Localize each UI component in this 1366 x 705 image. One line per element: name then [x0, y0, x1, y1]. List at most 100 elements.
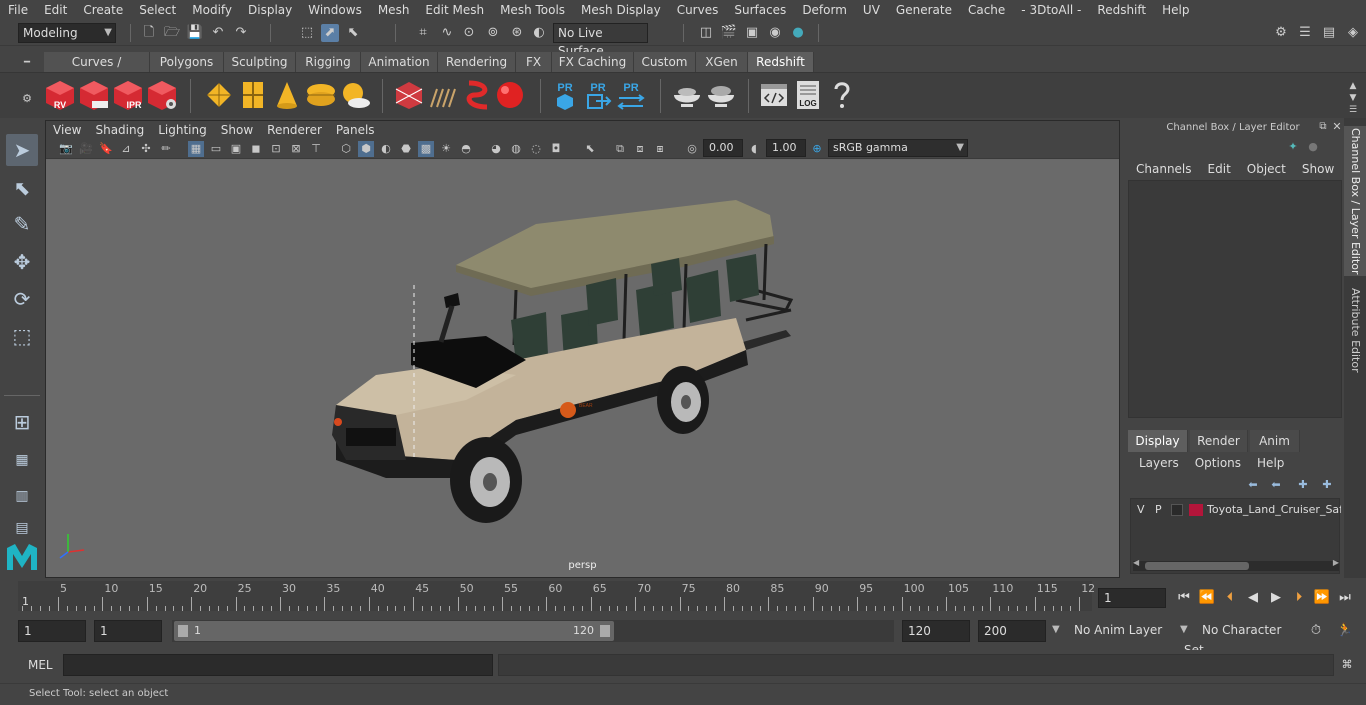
color-management-icon[interactable]: ⊕	[809, 141, 825, 157]
tab-curves-surfaces[interactable]: Curves / Surfaces	[44, 52, 150, 89]
menu-edit-mesh[interactable]: Edit Mesh	[417, 0, 492, 20]
rs-material-bowl-icon[interactable]	[671, 79, 703, 111]
command-input[interactable]	[63, 654, 493, 676]
vp-menu-shading[interactable]: Shading	[88, 121, 151, 139]
show-manipulator-icon[interactable]: ⊞	[6, 406, 38, 438]
rs-material-bowl-2-icon[interactable]	[705, 79, 737, 111]
vp-menu-renderer[interactable]: Renderer	[260, 121, 329, 139]
tab-anim[interactable]: Anim	[1250, 430, 1300, 452]
single-pane-layout-icon[interactable]: ▦	[6, 444, 38, 476]
le-menu-layers[interactable]: Layers	[1128, 456, 1187, 470]
rs-sun-sky-icon[interactable]	[339, 79, 371, 111]
tab-animation[interactable]: Animation	[361, 52, 438, 72]
anim-layer-dropdown[interactable]: ▼ No Anim Layer	[1052, 620, 1176, 642]
paint-select-tool-icon[interactable]: ✎	[6, 208, 38, 240]
menu-surfaces[interactable]: Surfaces	[726, 0, 794, 20]
step-forward-icon[interactable]: ⏩	[1313, 589, 1331, 607]
menu-3dtoall[interactable]: - 3DtoAll -	[1013, 0, 1089, 20]
new-layer-selected-icon[interactable]: ✚	[1318, 476, 1336, 494]
camera-select-icon[interactable]: 📷	[58, 141, 74, 157]
tab-rigging[interactable]: Rigging	[296, 52, 361, 72]
snap-view-icon[interactable]: ⊚	[484, 24, 502, 42]
play-backward-icon[interactable]: ◀	[1244, 589, 1262, 607]
shelf-expand-icon[interactable]: ☰	[1344, 101, 1362, 119]
undo-icon[interactable]: ↶	[209, 24, 227, 42]
exposure-field[interactable]: 0.00	[703, 139, 743, 157]
depth-of-field-icon[interactable]: ◘	[548, 141, 564, 157]
tool-settings-toggle-icon[interactable]: ▤	[1320, 24, 1338, 42]
layer-editor-icon[interactable]: ●	[1306, 138, 1320, 156]
render-settings-icon[interactable]: ◫	[697, 24, 715, 42]
select-tool-icon[interactable]: ➤	[6, 134, 38, 166]
layer-color-swatch[interactable]	[1189, 504, 1203, 516]
menu-cache[interactable]: Cache	[960, 0, 1013, 20]
use-all-lights-icon[interactable]: ☀	[438, 141, 454, 157]
go-to-start-icon[interactable]: ⏮	[1175, 589, 1193, 607]
rs-pr-export-icon[interactable]: PR	[582, 79, 614, 111]
gate-mask-icon[interactable]: ◼	[248, 141, 264, 157]
playback-end-field[interactable]: 120	[902, 620, 970, 642]
use-default-material-icon[interactable]: ◐	[378, 141, 394, 157]
rs-hair-icon[interactable]	[461, 79, 493, 111]
redshift-settings-icon[interactable]	[146, 79, 178, 111]
bookmark-icon[interactable]: 🔖	[98, 141, 114, 157]
layer-row[interactable]: V P Toyota_Land_Cruiser_Safa	[1131, 501, 1341, 519]
channel-box-toggle-icon[interactable]: ☰	[1296, 24, 1314, 42]
cb-menu-show[interactable]: Show	[1294, 162, 1342, 176]
step-forward-key-icon[interactable]: ⏵	[1290, 589, 1308, 607]
grid-toggle-icon[interactable]: ▦	[188, 141, 204, 157]
two-d-pan-icon[interactable]: ✣	[138, 141, 154, 157]
auto-key-icon[interactable]: ⏱	[1307, 622, 1325, 640]
tab-polygons[interactable]: Polygons	[150, 52, 224, 72]
anti-aliasing-icon[interactable]: ◌	[528, 141, 544, 157]
vp-menu-panels[interactable]: Panels	[329, 121, 382, 139]
mode-dropdown[interactable]: Modeling ▼	[18, 23, 116, 43]
menu-select[interactable]: Select	[131, 0, 184, 20]
range-slider[interactable]: 1 120	[172, 620, 894, 642]
safari-vehicle-model[interactable]: BEAR	[332, 200, 794, 523]
play-forward-icon[interactable]: ▶	[1267, 589, 1285, 607]
scrollbar-thumb[interactable]	[1145, 562, 1249, 570]
hypershade-icon[interactable]: ●	[789, 24, 807, 42]
xray-joints-icon[interactable]: ⧈	[632, 141, 648, 157]
redo-icon[interactable]: ↷	[232, 24, 250, 42]
tab-display[interactable]: Display	[1128, 430, 1188, 452]
menu-generate[interactable]: Generate	[888, 0, 960, 20]
rs-dome-light-icon[interactable]	[305, 79, 337, 111]
safe-title-icon[interactable]: ⊤	[308, 141, 324, 157]
select-hierarchy-icon[interactable]: ⬚	[298, 24, 316, 42]
animation-end-field[interactable]: 200	[978, 620, 1046, 642]
camera-attributes-icon[interactable]: 🎥	[78, 141, 94, 157]
ipr-render-icon[interactable]: ▣	[743, 24, 761, 42]
playback-start-field[interactable]: 1	[94, 620, 162, 642]
outliner-layout-icon[interactable]: ▤	[6, 512, 38, 544]
snap-grid-icon[interactable]: ⌗	[414, 24, 432, 42]
smooth-shade-icon[interactable]: ⬢	[358, 141, 374, 157]
rs-pr-transfer-icon[interactable]: PR	[615, 79, 647, 111]
menu-mesh-tools[interactable]: Mesh Tools	[492, 0, 573, 20]
grease-pencil-icon[interactable]: ✏	[158, 141, 174, 157]
time-ruler[interactable]: 1 5 10 15 20 25 30 35 40 45 50 55 60 65 70 75 80 85 90 95 1…	[18, 581, 1095, 611]
menu-help[interactable]: Help	[1154, 0, 1197, 20]
redshift-render-view-icon[interactable]: RV	[44, 79, 76, 111]
rs-log-icon[interactable]: LOG	[792, 79, 824, 111]
textured-icon[interactable]: ▩	[418, 141, 434, 157]
step-back-icon[interactable]: ⏪	[1198, 589, 1216, 607]
tab-rendering[interactable]: Rendering	[438, 52, 516, 72]
character-set-dropdown[interactable]: ▼ No Character Set	[1180, 620, 1298, 657]
channel-box-icon[interactable]: ✦	[1286, 138, 1300, 156]
layer-type-toggle[interactable]	[1171, 504, 1183, 516]
range-handle-right[interactable]	[600, 625, 610, 637]
move-layer-up-icon[interactable]: ⬅	[1244, 476, 1262, 494]
rs-sphere-icon[interactable]	[495, 79, 527, 111]
close-icon[interactable]: ✕	[1330, 118, 1344, 136]
render-view-icon[interactable]: ◉	[766, 24, 784, 42]
ambient-occlusion-icon[interactable]: ◕	[488, 141, 504, 157]
gamma-icon[interactable]: ◖	[746, 141, 762, 157]
scroll-left-icon[interactable]: ◀	[1133, 558, 1139, 567]
redshift-batch-render-icon[interactable]	[78, 79, 110, 111]
menu-redshift[interactable]: Redshift	[1089, 0, 1154, 20]
gamma-field[interactable]: 1.00	[766, 139, 806, 157]
snap-point-icon[interactable]: ⊙	[460, 24, 478, 42]
rs-area-light-icon[interactable]	[203, 79, 235, 111]
